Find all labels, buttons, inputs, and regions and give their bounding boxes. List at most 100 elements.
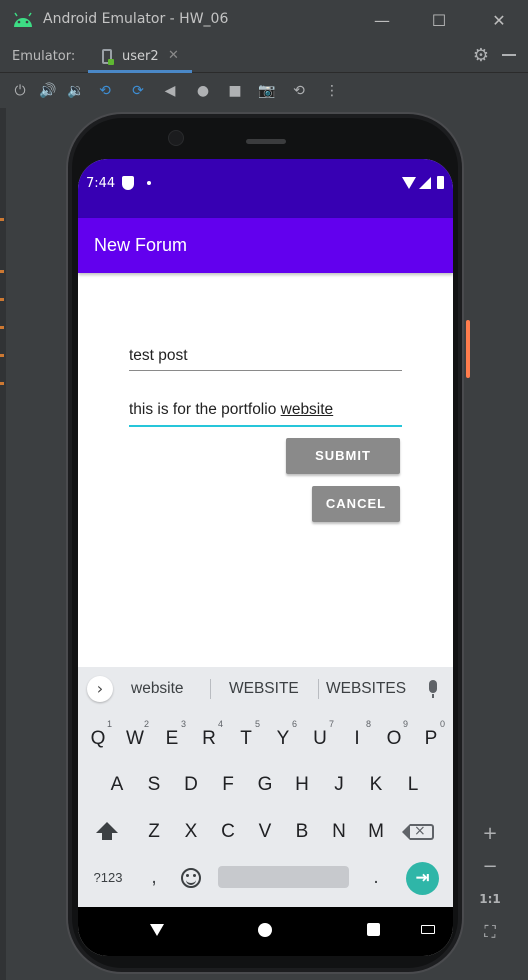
more-icon[interactable]: ⋮ bbox=[322, 81, 342, 101]
title-field[interactable]: test post bbox=[129, 342, 402, 372]
key-n[interactable]: N bbox=[325, 810, 353, 854]
submit-button[interactable]: SUBMIT bbox=[286, 438, 400, 474]
expand-toolbar-icon[interactable]: › bbox=[87, 676, 113, 702]
spacebar[interactable] bbox=[218, 866, 349, 888]
nav-back-icon[interactable] bbox=[150, 924, 164, 936]
key-d[interactable]: D bbox=[177, 763, 205, 807]
battery-icon bbox=[437, 176, 444, 189]
key-k[interactable]: K bbox=[362, 763, 390, 807]
key-f[interactable]: F bbox=[214, 763, 242, 807]
backspace-icon[interactable] bbox=[402, 823, 434, 840]
gutter-marker bbox=[0, 298, 4, 301]
hide-panel-icon[interactable] bbox=[502, 54, 516, 56]
rotate-left-icon[interactable]: ⟲ bbox=[95, 81, 115, 101]
key-comma[interactable]: , bbox=[140, 856, 168, 900]
enter-icon[interactable]: ⇥ bbox=[406, 862, 439, 895]
gutter-marker bbox=[0, 326, 4, 329]
notification-dot-icon bbox=[147, 181, 151, 185]
emulator-toolbar: ⏻ 🔊 🔉 ⟲ ⟳ ◀ ● ■ 📷 ⟲ ⋮ bbox=[0, 74, 528, 108]
suggestion-1[interactable]: website bbox=[131, 680, 184, 698]
suggestion-divider bbox=[210, 679, 211, 699]
gear-icon[interactable]: ⚙ bbox=[470, 45, 492, 67]
gutter-marker bbox=[0, 270, 4, 273]
body-field[interactable]: this is for the portfolio website bbox=[129, 396, 402, 428]
tab-close-icon[interactable]: ✕ bbox=[168, 48, 179, 63]
body-field-value: this is for the portfolio website bbox=[129, 401, 333, 419]
key-w[interactable]: W2 bbox=[121, 717, 149, 761]
suggestion-3[interactable]: WEBSITES bbox=[326, 680, 406, 698]
maximize-button[interactable]: ☐ bbox=[427, 9, 451, 33]
key-o[interactable]: O9 bbox=[380, 717, 408, 761]
zoom-in-icon[interactable]: + bbox=[478, 822, 502, 846]
keyboard-row-4: ?123 , . ⇥ bbox=[78, 856, 453, 900]
volume-up-icon[interactable]: 🔊 bbox=[38, 81, 58, 101]
emulator-tabbar: Emulator: user2 ✕ ⚙ bbox=[0, 41, 528, 73]
key-h[interactable]: H bbox=[288, 763, 316, 807]
keyboard-switch-icon[interactable] bbox=[421, 925, 435, 934]
close-window-button[interactable]: ✕ bbox=[487, 9, 511, 33]
volume-down-icon[interactable]: 🔉 bbox=[66, 81, 86, 101]
key-i[interactable]: I8 bbox=[343, 717, 371, 761]
key-l[interactable]: L bbox=[399, 763, 427, 807]
home-icon[interactable]: ● bbox=[193, 81, 213, 101]
rotate-right-icon[interactable]: ⟳ bbox=[128, 81, 148, 101]
power-icon[interactable]: ⏻ bbox=[10, 81, 30, 101]
phone-side-button bbox=[466, 320, 470, 378]
android-studio-icon bbox=[14, 12, 32, 27]
body-field-text: this is for the portfolio bbox=[129, 401, 281, 418]
status-bar: 7:44 bbox=[78, 159, 453, 218]
editor-gutter bbox=[0, 108, 6, 980]
tab-user2[interactable]: user2 ✕ bbox=[88, 41, 192, 73]
app-bar: New Forum bbox=[78, 218, 453, 273]
screenshot-icon[interactable]: 📷 bbox=[257, 81, 277, 101]
key-z[interactable]: Z bbox=[140, 810, 168, 854]
gutter-marker bbox=[0, 354, 4, 357]
cancel-button[interactable]: CANCEL bbox=[312, 486, 400, 522]
zoom-actual-size-button[interactable]: 1:1 bbox=[478, 887, 502, 911]
key-m[interactable]: M bbox=[362, 810, 390, 854]
key-y[interactable]: Y6 bbox=[269, 717, 297, 761]
key-a[interactable]: A bbox=[103, 763, 131, 807]
tab-active-indicator bbox=[88, 70, 192, 73]
device-screen: 7:44 New Forum test post this is for the… bbox=[78, 159, 453, 956]
key-j[interactable]: J bbox=[325, 763, 353, 807]
keyboard-row-3: Z X C V B N M bbox=[78, 810, 453, 854]
key-r[interactable]: R4 bbox=[195, 717, 223, 761]
key-s[interactable]: S bbox=[140, 763, 168, 807]
title-field-underline bbox=[129, 370, 402, 371]
key-t[interactable]: T5 bbox=[232, 717, 260, 761]
gutter-marker bbox=[0, 382, 4, 385]
nav-home-icon[interactable] bbox=[258, 923, 272, 937]
key-g[interactable]: G bbox=[251, 763, 279, 807]
suggestion-2[interactable]: WEBSITE bbox=[229, 680, 299, 698]
emulator-label: Emulator: bbox=[12, 49, 76, 64]
nav-recents-icon[interactable] bbox=[367, 923, 380, 936]
key-e[interactable]: E3 bbox=[158, 717, 186, 761]
title-field-value: test post bbox=[129, 347, 188, 364]
key-c[interactable]: C bbox=[214, 810, 242, 854]
microphone-icon[interactable] bbox=[429, 680, 437, 698]
shift-icon[interactable] bbox=[96, 822, 118, 840]
back-icon[interactable]: ◀ bbox=[160, 81, 180, 101]
signal-icon bbox=[419, 177, 431, 189]
key-u[interactable]: U7 bbox=[306, 717, 334, 761]
key-period[interactable]: . bbox=[362, 856, 390, 900]
key-b[interactable]: B bbox=[288, 810, 316, 854]
suggestion-strip: › website WEBSITE WEBSITES bbox=[78, 667, 453, 710]
key-q[interactable]: Q1 bbox=[84, 717, 112, 761]
zoom-out-icon[interactable]: − bbox=[478, 855, 502, 879]
keyboard-row-1: Q1 W2 E3 R4 T5 Y6 U7 I8 O9 P0 bbox=[78, 717, 453, 761]
zoom-fit-icon[interactable]: ⛶ bbox=[478, 920, 502, 944]
tab-label: user2 bbox=[122, 49, 159, 64]
body-field-underline bbox=[129, 425, 402, 427]
key-v[interactable]: V bbox=[251, 810, 279, 854]
earpiece-speaker bbox=[246, 139, 286, 144]
minimize-button[interactable]: — bbox=[370, 9, 394, 33]
emoji-icon[interactable] bbox=[181, 868, 201, 888]
key-x[interactable]: X bbox=[177, 810, 205, 854]
symbols-key[interactable]: ?123 bbox=[88, 856, 128, 900]
page-title: New Forum bbox=[94, 235, 188, 255]
key-p[interactable]: P0 bbox=[417, 717, 445, 761]
overview-icon[interactable]: ■ bbox=[225, 81, 245, 101]
snapshot-icon[interactable]: ⟲ bbox=[289, 81, 309, 101]
